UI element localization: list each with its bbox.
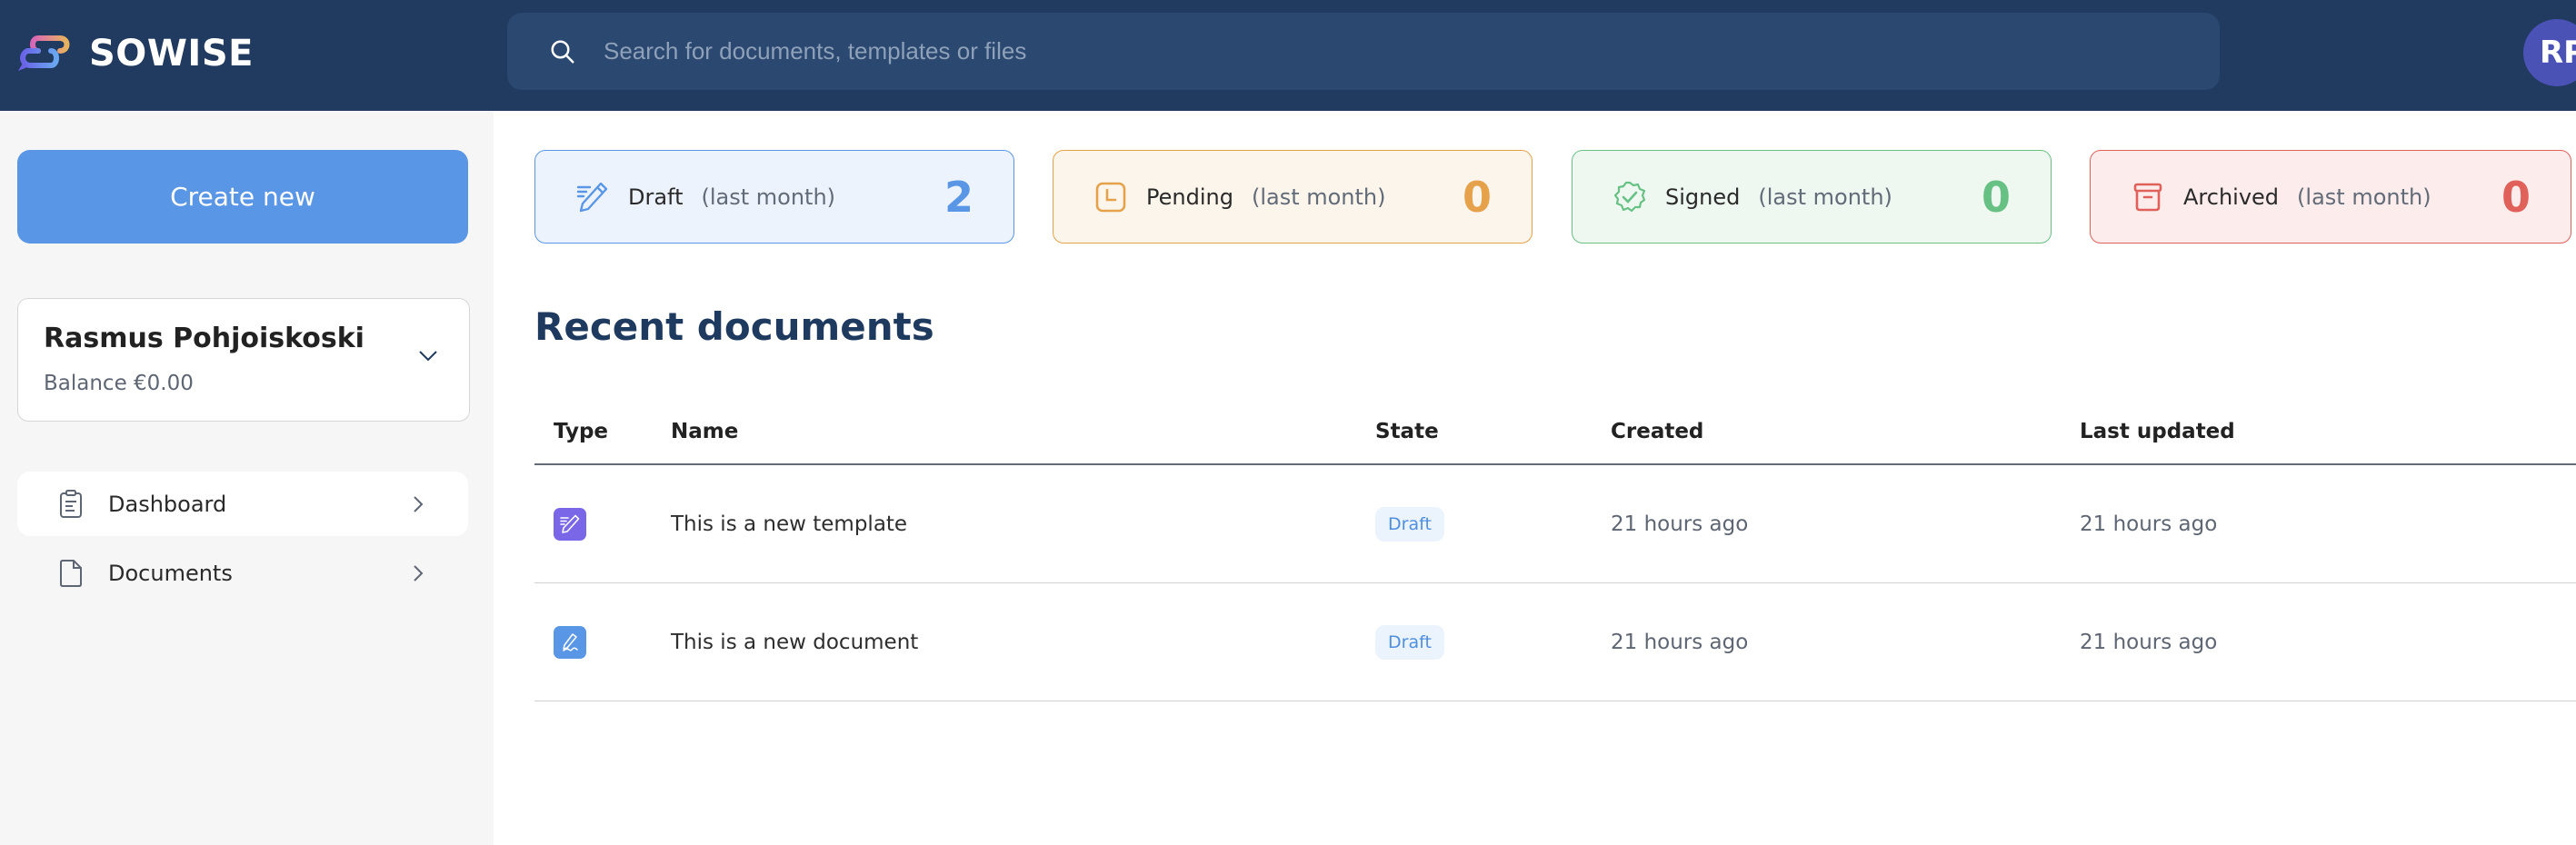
pencil-lines-icon [576, 182, 608, 212]
stat-label: Draft [628, 184, 684, 210]
search-icon [551, 40, 574, 63]
stat-label: Signed [1665, 184, 1741, 210]
recent-documents-table: Type Name State Created Last updated Thi… [534, 394, 2576, 701]
column-header-type[interactable]: Type [554, 420, 608, 443]
sidebar-item-label: Documents [108, 560, 233, 586]
stat-value: 0 [2501, 172, 2531, 222]
create-new-button[interactable]: Create new [17, 150, 468, 244]
status-badge: Draft [1375, 506, 1444, 542]
clock-square-icon [1095, 182, 1126, 212]
document-name[interactable]: This is a new document [671, 631, 918, 654]
stat-value: 2 [944, 172, 973, 222]
updated-time: 21 hours ago [2080, 630, 2218, 654]
column-header-name[interactable]: Name [671, 420, 738, 443]
user-name: Rasmus Pohjoiskoski [44, 323, 364, 354]
table-row[interactable]: This is a new template Draft 21 hours ag… [534, 465, 2576, 583]
user-avatar[interactable]: RP [2523, 19, 2576, 86]
sidebar-item-dashboard[interactable]: Dashboard [17, 472, 468, 536]
stat-card-pending[interactable]: Pending (last month) 0 [1053, 150, 1533, 244]
archive-icon [2133, 183, 2162, 211]
recent-documents-title: Recent documents [534, 304, 934, 349]
file-icon [60, 559, 82, 587]
clipboard-icon [60, 489, 82, 518]
chevron-down-icon[interactable] [418, 350, 438, 363]
created-time: 21 hours ago [1611, 630, 1749, 654]
updated-time: 21 hours ago [2080, 512, 2218, 536]
table-header: Type Name State Created Last updated [534, 394, 2576, 465]
stat-card-draft[interactable]: Draft (last month) 2 [534, 150, 1014, 244]
stat-period: (last month) [2297, 184, 2431, 210]
stat-card-archived[interactable]: Archived (last month) 0 [2090, 150, 2571, 244]
badge-check-icon [1613, 181, 1646, 212]
sidebar-item-label: Dashboard [108, 491, 227, 517]
sowise-logo-icon [18, 35, 70, 71]
stat-card-signed[interactable]: Signed (last month) 0 [1572, 150, 2052, 244]
stat-period: (last month) [1251, 184, 1386, 210]
column-header-created[interactable]: Created [1611, 420, 1703, 443]
document-name[interactable]: This is a new template [671, 512, 907, 536]
stat-value: 0 [1462, 172, 1492, 222]
table-row[interactable]: This is a new document Draft 21 hours ag… [534, 583, 2576, 701]
status-badge: Draft [1375, 624, 1444, 660]
stat-label: Archived [2183, 184, 2280, 210]
user-balance: Balance €0.00 [44, 372, 194, 395]
sidebar-item-documents[interactable]: Documents [17, 541, 468, 605]
stat-label: Pending [1146, 184, 1233, 210]
chevron-right-icon [414, 495, 424, 512]
stat-period: (last month) [1758, 184, 1892, 210]
avatar-initials: RP [2540, 35, 2576, 71]
document-type-badge [554, 625, 586, 659]
stat-period: (last month) [701, 184, 836, 210]
top-header: SOWISE RP [0, 0, 2576, 111]
signature-icon [563, 632, 578, 651]
brand-logo[interactable]: SOWISE [13, 31, 254, 76]
main-content: Draft (last month) 2 Pending (last month… [494, 111, 2576, 845]
column-header-state[interactable]: State [1375, 420, 1439, 443]
brand-name: SOWISE [89, 33, 254, 75]
pencil-lines-icon [560, 514, 580, 533]
account-switcher[interactable]: Rasmus Pohjoiskoski Balance €0.00 [17, 298, 470, 422]
search-input[interactable] [604, 37, 2220, 65]
stat-value: 0 [1981, 172, 2011, 222]
column-header-last-updated[interactable]: Last updated [2080, 420, 2235, 443]
template-type-badge [554, 507, 586, 541]
sidebar: Create new Rasmus Pohjoiskoski Balance €… [0, 111, 494, 845]
created-time: 21 hours ago [1611, 512, 1749, 536]
search-bar[interactable] [507, 13, 2220, 90]
chevron-right-icon [414, 564, 424, 582]
